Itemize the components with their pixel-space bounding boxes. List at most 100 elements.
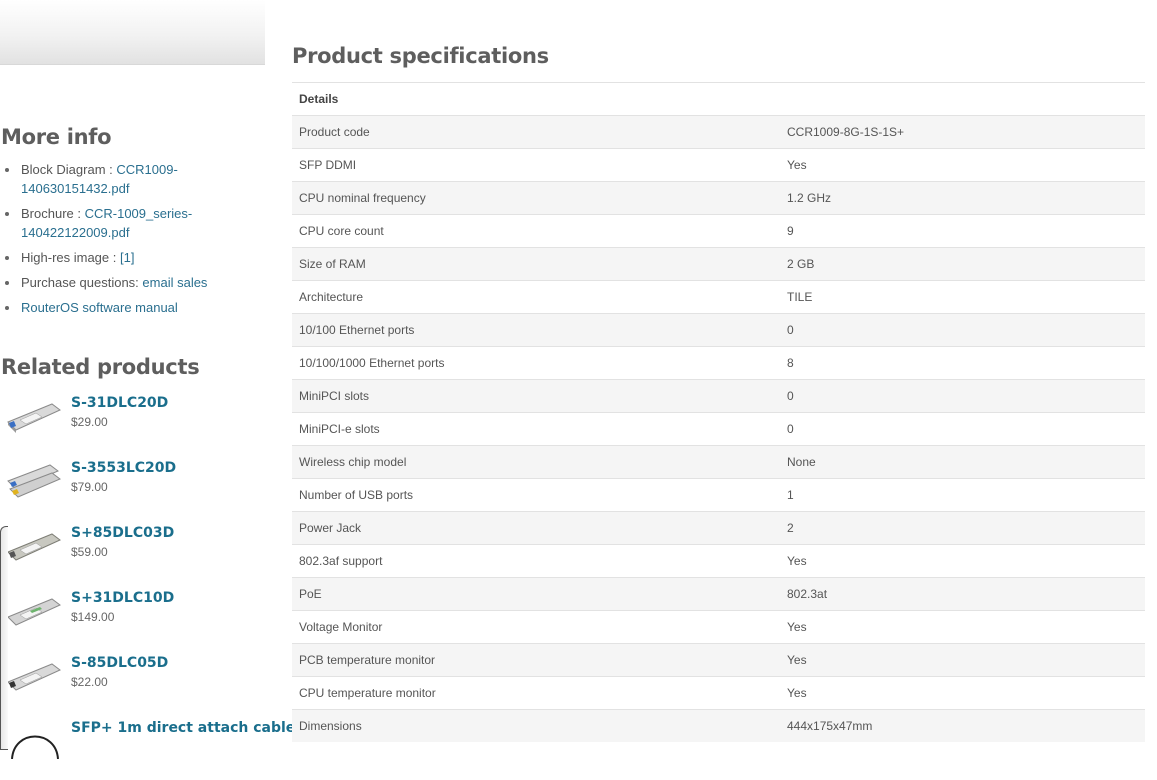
- table-row: Size of RAM 2 GB: [292, 247, 1145, 281]
- product-price: $59.00: [71, 545, 108, 559]
- spec-table: Details Product code CCR1009-8G-1S-1S+ SFP…: [292, 82, 1145, 742]
- spec-value: 1: [780, 478, 1145, 512]
- spec-label: Size of RAM: [292, 247, 780, 281]
- sfp-module-thumbnail[interactable]: [6, 398, 62, 434]
- page-title: Product specifications: [292, 44, 549, 68]
- related-product-item[interactable]: S+85DLC03D $59.00: [0, 525, 280, 585]
- table-row: Power Jack 2: [292, 511, 1145, 545]
- sfp-module-thumbnail[interactable]: [6, 528, 62, 564]
- left-edge-panel: [0, 526, 8, 750]
- related-product-item[interactable]: S-31DLC20D $29.00: [0, 395, 280, 455]
- related-product-item[interactable]: S-3553LC20D $79.00: [0, 460, 280, 520]
- item-prefix: Brochure :: [21, 206, 85, 221]
- product-name-link[interactable]: S+31DLC10D: [71, 590, 174, 606]
- more-info-list: Block Diagram : CCR1009-140630151432.pdf…: [5, 160, 279, 323]
- product-name-link[interactable]: SFP+ 1m direct attach cable: [71, 720, 295, 736]
- spec-label: MiniPCI slots: [292, 379, 780, 413]
- spec-value: 2 GB: [780, 247, 1145, 281]
- related-product-item[interactable]: S-85DLC05D $22.00: [0, 655, 280, 715]
- spec-label: MiniPCI-e slots: [292, 412, 780, 446]
- product-name-link[interactable]: S-3553LC20D: [71, 460, 176, 476]
- table-row: Architecture TILE: [292, 280, 1145, 314]
- spec-value: 0: [780, 313, 1145, 347]
- bullet-icon: [5, 212, 9, 216]
- spec-value: CCR1009-8G-1S-1S+: [780, 115, 1145, 149]
- product-price: $22.00: [71, 675, 108, 689]
- spec-label: Power Jack: [292, 511, 780, 545]
- product-price: $149.00: [71, 610, 115, 624]
- spec-value: 2: [780, 511, 1145, 545]
- table-row: PoE 802.3at: [292, 577, 1145, 611]
- table-row: 10/100/1000 Ethernet ports 8: [292, 346, 1145, 380]
- table-row: Dimensions 444x175x47mm: [292, 709, 1145, 742]
- banner-image: [0, 0, 265, 65]
- spec-label: PoE: [292, 577, 780, 611]
- spec-label: Product code: [292, 115, 780, 149]
- spec-value: 0: [780, 412, 1145, 446]
- list-item-manual: RouterOS software manual: [5, 298, 279, 317]
- spec-label: CPU core count: [292, 214, 780, 248]
- spec-value: 444x175x47mm: [780, 709, 1145, 742]
- spec-label: PCB temperature monitor: [292, 643, 780, 677]
- more-info-heading: More info: [1, 125, 112, 149]
- product-price: $79.00: [71, 480, 108, 494]
- list-item-high-res-image: High-res image : [1]: [5, 248, 279, 267]
- spec-value: Yes: [780, 610, 1145, 644]
- bullet-icon: [5, 306, 9, 310]
- bullet-icon: [5, 281, 9, 285]
- spec-label: Dimensions: [292, 709, 780, 742]
- related-product-item[interactable]: SFP+ 1m direct attach cable: [0, 720, 295, 780]
- product-price: $29.00: [71, 415, 108, 429]
- spec-value: Yes: [780, 676, 1145, 710]
- table-row: 802.3af support Yes: [292, 544, 1145, 578]
- table-row: SFP DDMI Yes: [292, 148, 1145, 182]
- spec-value: None: [780, 445, 1145, 479]
- spec-label: CPU temperature monitor: [292, 676, 780, 710]
- table-row: 10/100 Ethernet ports 0: [292, 313, 1145, 347]
- spec-label: Wireless chip model: [292, 445, 780, 479]
- email-sales-link[interactable]: email sales: [142, 275, 207, 290]
- bullet-icon: [5, 168, 9, 172]
- spec-value: 9: [780, 214, 1145, 248]
- table-header-cell: Details: [292, 82, 1145, 116]
- table-row: Number of USB ports 1: [292, 478, 1145, 512]
- item-prefix: High-res image :: [21, 250, 120, 265]
- table-row: Wireless chip model None: [292, 445, 1145, 479]
- spec-label: CPU nominal frequency: [292, 181, 780, 215]
- spec-value: Yes: [780, 643, 1145, 677]
- cable-thumbnail[interactable]: [6, 723, 62, 759]
- spec-label: Voltage Monitor: [292, 610, 780, 644]
- spec-value: Yes: [780, 148, 1145, 182]
- spec-label: 10/100/1000 Ethernet ports: [292, 346, 780, 380]
- sfp-module-thumbnail[interactable]: [6, 593, 62, 629]
- table-row: MiniPCI slots 0: [292, 379, 1145, 413]
- bullet-icon: [5, 256, 9, 260]
- related-product-item[interactable]: S+31DLC10D $149.00: [0, 590, 280, 650]
- spec-label: Architecture: [292, 280, 780, 314]
- product-name-link[interactable]: S+85DLC03D: [71, 525, 174, 541]
- spec-label: 802.3af support: [292, 544, 780, 578]
- table-row: CPU temperature monitor Yes: [292, 676, 1145, 710]
- table-row: Voltage Monitor Yes: [292, 610, 1145, 644]
- table-row: Product code CCR1009-8G-1S-1S+: [292, 115, 1145, 149]
- item-prefix: Block Diagram :: [21, 162, 117, 177]
- sfp-module-thumbnail[interactable]: [6, 658, 62, 694]
- spec-value: 0: [780, 379, 1145, 413]
- product-name-link[interactable]: S-85DLC05D: [71, 655, 168, 671]
- table-header-row: Details: [292, 82, 1145, 116]
- spec-value: 8: [780, 346, 1145, 380]
- spec-value: 1.2 GHz: [780, 181, 1145, 215]
- list-item-brochure: Brochure : CCR-1009_series-140422122009.…: [5, 204, 279, 242]
- table-row: CPU nominal frequency 1.2 GHz: [292, 181, 1145, 215]
- spec-label: 10/100 Ethernet ports: [292, 313, 780, 347]
- table-row: CPU core count 9: [292, 214, 1145, 248]
- sfp-module-thumbnail[interactable]: [6, 463, 62, 499]
- table-row: MiniPCI-e slots 0: [292, 412, 1145, 446]
- spec-label: Number of USB ports: [292, 478, 780, 512]
- sidebar: More info Block Diagram : CCR1009-140630…: [0, 0, 295, 759]
- item-prefix: Purchase questions:: [21, 275, 143, 290]
- high-res-image-link[interactable]: [1]: [120, 250, 134, 265]
- product-name-link[interactable]: S-31DLC20D: [71, 395, 168, 411]
- related-products-heading: Related products: [1, 355, 200, 379]
- routeros-manual-link[interactable]: RouterOS software manual: [21, 300, 178, 315]
